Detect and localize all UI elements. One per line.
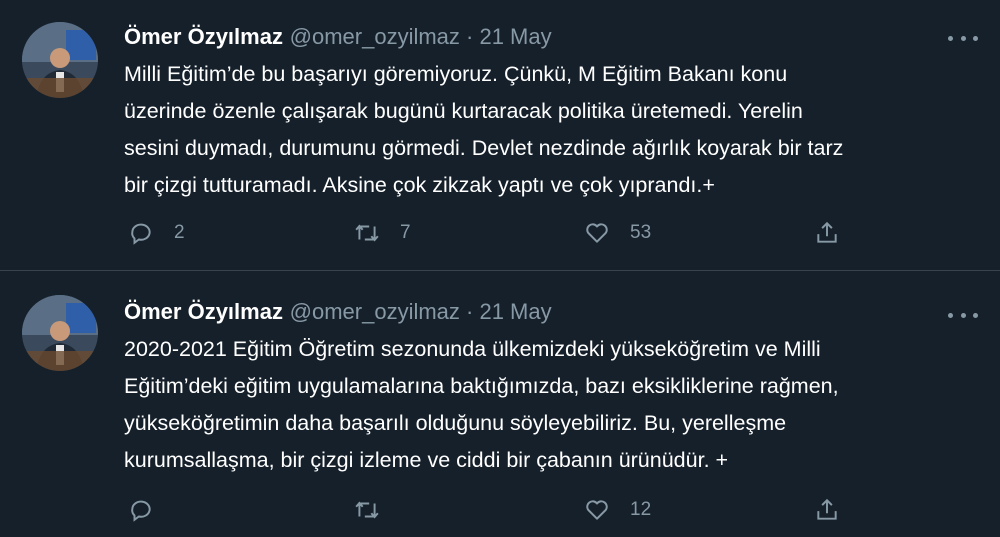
retweet-count: 7 <box>400 222 411 243</box>
like-button[interactable]: 12 <box>584 495 651 525</box>
share-icon <box>817 498 837 520</box>
retweet-icon <box>355 501 379 519</box>
reply-button[interactable]: 2 <box>128 218 185 248</box>
author-name[interactable]: Ömer Özyılmaz <box>124 299 283 324</box>
tweet-actions: 12 <box>124 495 844 525</box>
avatar[interactable] <box>22 295 98 371</box>
tweet-2[interactable]: Ömer Özyılmaz @omer_ozyilmaz · 21 May 20… <box>0 271 1000 537</box>
reply-button[interactable] <box>128 495 174 525</box>
tweet-header: Ömer Özyılmaz @omer_ozyilmaz · 21 May <box>124 299 552 325</box>
author-name[interactable]: Ömer Özyılmaz <box>124 24 283 49</box>
tweet-text: Milli Eğitim’de bu başarıyı göremiyoruz.… <box>124 62 844 197</box>
like-icon <box>586 223 608 243</box>
retweet-icon <box>355 224 379 242</box>
share-icon <box>817 221 837 243</box>
tweet-actions: 2 7 53 <box>124 218 844 248</box>
reply-count: 2 <box>174 222 185 243</box>
reply-icon <box>131 500 151 522</box>
retweet-button[interactable] <box>354 495 400 525</box>
share-button[interactable] <box>814 218 840 248</box>
tweet-text: 2020-2021 Eğitim Öğretim sezonunda ülkem… <box>124 337 839 472</box>
more-icon[interactable] <box>948 28 978 48</box>
like-icon <box>586 500 608 520</box>
more-icon[interactable] <box>948 305 978 325</box>
tweet-header: Ömer Özyılmaz @omer_ozyilmaz · 21 May <box>124 24 552 50</box>
retweet-button[interactable]: 7 <box>354 218 411 248</box>
author-handle-date[interactable]: @omer_ozyilmaz · 21 May <box>290 299 552 324</box>
like-button[interactable]: 53 <box>584 218 651 248</box>
share-button[interactable] <box>814 495 840 525</box>
tweet-1[interactable]: Ömer Özyılmaz @omer_ozyilmaz · 21 May Mi… <box>0 0 1000 270</box>
avatar[interactable] <box>22 22 98 98</box>
author-handle-date[interactable]: @omer_ozyilmaz · 21 May <box>290 24 552 49</box>
like-count: 53 <box>630 222 652 243</box>
reply-icon <box>131 223 151 245</box>
like-count: 12 <box>630 499 652 520</box>
